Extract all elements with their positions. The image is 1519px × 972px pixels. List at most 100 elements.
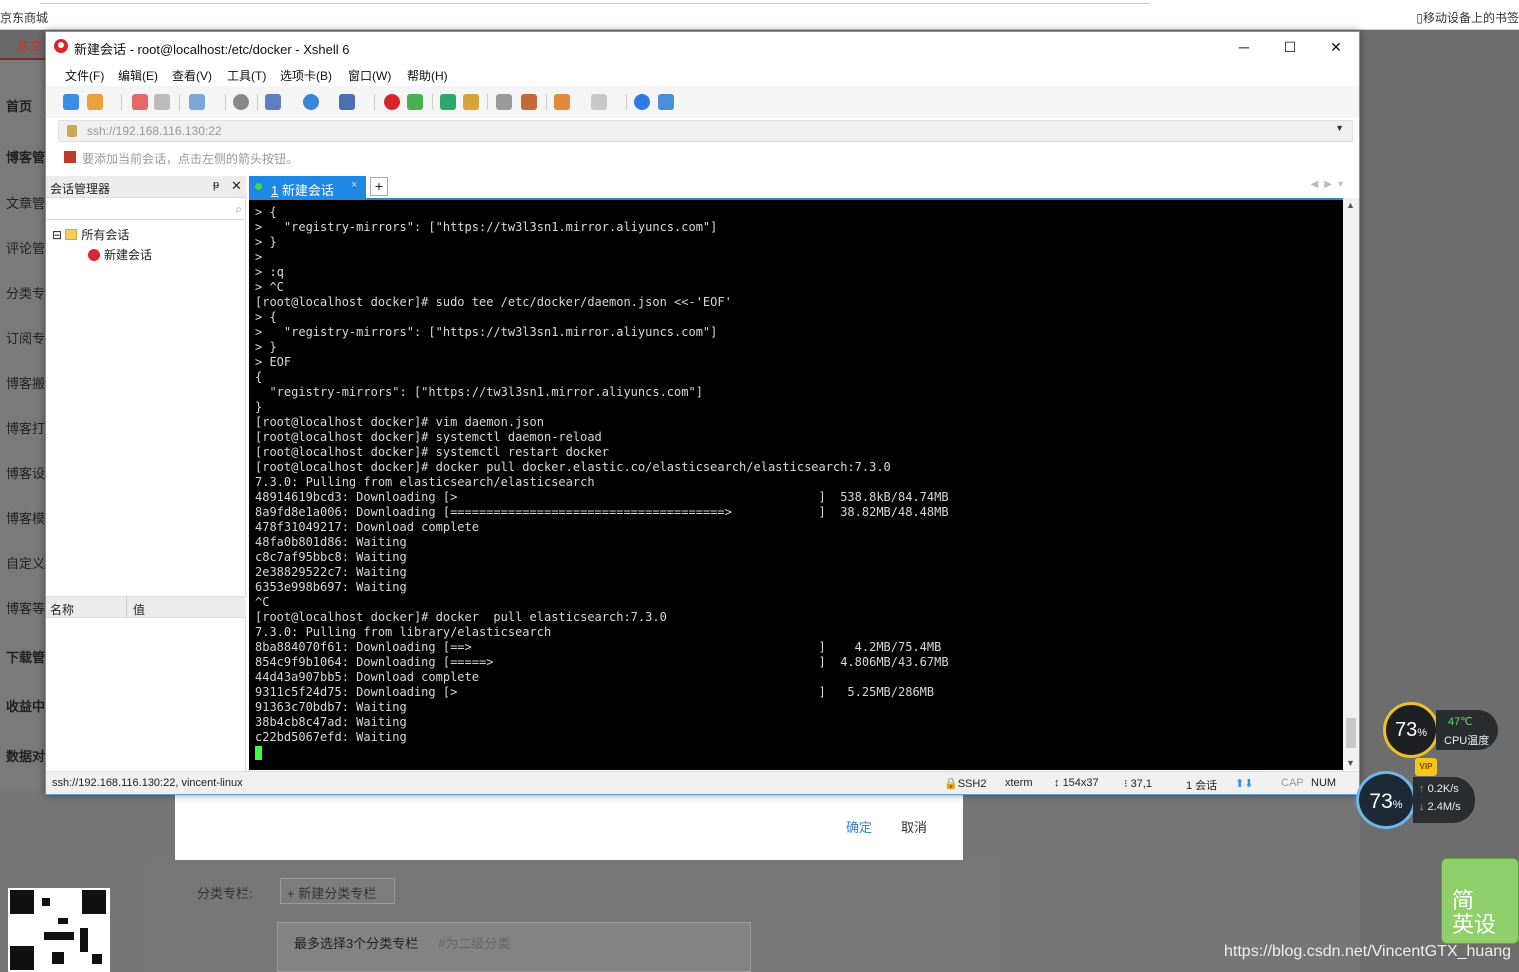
bookmark-arrow-icon[interactable]: [64, 151, 76, 163]
status-protocol-label: SSH2: [957, 778, 987, 790]
sidebar-item-downloads[interactable]: 下载管: [6, 647, 45, 666]
sidebar-item-migrate[interactable]: 博客搬: [6, 373, 45, 392]
toolbar-divider: [374, 94, 375, 110]
menu-edit[interactable]: 编辑(E): [118, 67, 158, 84]
divider: [40, 0, 1150, 4]
lock-icon: 🔒: [944, 778, 958, 790]
menu-tools[interactable]: 工具(T): [227, 67, 266, 84]
download-arrow-icon: ↓: [1419, 801, 1425, 813]
sidebar-top-tab[interactable]: 富文: [0, 30, 46, 60]
hint-bar: 要添加当前会话，点击左侧的箭头按钮。: [58, 146, 1353, 168]
terminal-scrollbar[interactable]: ▲ ▼: [1343, 198, 1359, 770]
category-box[interactable]: 最多选择3个分类专栏 #为二级分类: [277, 922, 751, 972]
new-session-icon[interactable]: [63, 94, 79, 110]
xshell-icon[interactable]: [384, 94, 400, 110]
menu-tabs[interactable]: 选项卡(B): [280, 67, 332, 84]
chat-icon[interactable]: [658, 94, 674, 110]
tile-icon[interactable]: [591, 94, 607, 110]
font-icon[interactable]: [339, 94, 355, 110]
tab-bar: 1 新建会话 × + ◀▶▾: [249, 176, 1359, 198]
address-bar[interactable]: ssh://192.168.116.130:22 ▼: [58, 120, 1353, 142]
ime-mode-english-settings: 英设: [1452, 912, 1497, 937]
title-bar[interactable]: 新建会话 - root@localhost:/etc/docker - Xshe…: [46, 32, 1359, 62]
folder-icon: [65, 229, 78, 240]
confirm-button[interactable]: 确定: [846, 817, 872, 836]
sidebar-item-subscriptions[interactable]: 订阅专: [6, 328, 45, 347]
search-icon[interactable]: [233, 94, 249, 110]
sidebar-item-articles[interactable]: 文章管: [6, 193, 45, 212]
cpu-usage-gauge[interactable]: 73%: [1383, 702, 1439, 758]
sidebar-item-comments[interactable]: 评论管: [6, 238, 45, 257]
sidebar-item-data[interactable]: 数据对: [6, 746, 45, 765]
menu-window[interactable]: 窗口(W): [348, 67, 391, 84]
bookmark-jd[interactable]: 京东商城: [0, 9, 48, 26]
disconnect-icon[interactable]: [154, 94, 170, 110]
cancel-button[interactable]: 取消: [901, 817, 927, 836]
minimize-button[interactable]: ─: [1221, 32, 1267, 62]
cpu-temp-value: 47℃: [1448, 716, 1473, 728]
properties-header: 名称 值: [46, 596, 246, 618]
props-name-col: 名称: [50, 603, 75, 617]
scroll-up-icon[interactable]: ▲: [1346, 200, 1355, 210]
add-tab-button[interactable]: +: [370, 177, 388, 196]
session-search-input[interactable]: ⌕: [46, 200, 246, 220]
tab-number: 1: [271, 183, 279, 198]
toolbar-divider: [487, 94, 488, 110]
layout-icon[interactable]: [265, 94, 281, 110]
search-icon[interactable]: ⌕: [235, 202, 242, 217]
memory-usage-gauge[interactable]: 73%: [1356, 771, 1416, 829]
xftp-icon[interactable]: [407, 94, 423, 110]
menu-view[interactable]: 查看(V): [172, 67, 212, 84]
lock-icon[interactable]: [463, 94, 479, 110]
ime-toolbar[interactable]: 简 英设: [1441, 858, 1519, 944]
sidebar-item-level[interactable]: 博客等: [6, 598, 45, 617]
close-icon[interactable]: ✕: [231, 178, 242, 194]
scroll-thumb[interactable]: [1346, 718, 1356, 748]
folder-label: 所有会话: [81, 228, 130, 242]
terminal-output: > { > "registry-mirrors": ["https://tw3l…: [255, 205, 949, 744]
xshell-window: 新建会话 - root@localhost:/etc/docker - Xshe…: [45, 31, 1360, 795]
upload-speed-unit: K/s: [1442, 783, 1459, 795]
browser-bookmark-bar: 京东商城 ▯移动设备上的书签: [0, 0, 1519, 30]
properties-icon[interactable]: [189, 94, 205, 110]
session-label: 新建会话: [104, 248, 153, 262]
tab-close-icon[interactable]: ×: [351, 179, 357, 191]
menu-help[interactable]: 帮助(H): [407, 67, 448, 84]
tab-session-1[interactable]: 1 新建会话 ×: [249, 176, 366, 198]
collapse-icon[interactable]: ⊟: [52, 228, 62, 242]
maximize-button[interactable]: ☐: [1267, 32, 1313, 62]
help-icon[interactable]: [634, 94, 650, 110]
sidebar-item-custom[interactable]: 自定义: [6, 553, 45, 572]
close-button[interactable]: ✕: [1313, 32, 1359, 62]
sidebar-item-income[interactable]: 收益中: [6, 696, 45, 715]
tree-folder-all[interactable]: ⊟ 所有会话: [52, 226, 129, 243]
sidebar-item-settings[interactable]: 博客设: [6, 463, 45, 482]
open-folder-icon[interactable]: [87, 94, 103, 110]
sidebar-item-home[interactable]: 首页: [6, 96, 32, 115]
status-size: ↕ 154x37: [1054, 777, 1099, 789]
upload-speed: ↑ 0.2K/s: [1419, 783, 1459, 795]
tab-scroll-arrows[interactable]: ◀▶▾: [1311, 179, 1349, 190]
globe-icon[interactable]: [303, 94, 319, 110]
chevron-down-icon[interactable]: ▼: [1335, 123, 1344, 133]
toolbar-divider: [432, 94, 433, 110]
highlight-icon[interactable]: [521, 94, 537, 110]
pin-icon[interactable]: ᵽ: [213, 179, 219, 191]
tree-session-item[interactable]: 新建会话: [88, 246, 152, 263]
new-category-button[interactable]: + 新建分类专栏: [280, 878, 395, 904]
fullscreen-icon[interactable]: [440, 94, 456, 110]
upload-speed-value: 0.2: [1427, 783, 1443, 795]
menu-file[interactable]: 文件(F): [65, 67, 104, 84]
terminal-screen[interactable]: > { > "registry-mirrors": ["https://tw3l…: [249, 198, 1343, 770]
transfer-icon[interactable]: [554, 94, 570, 110]
address-input[interactable]: ssh://192.168.116.130:22: [87, 124, 222, 138]
sidebar-item-backup[interactable]: 博客打: [6, 418, 45, 437]
bookmark-mobile[interactable]: ▯移动设备上的书签: [1416, 9, 1519, 26]
keyboard-icon[interactable]: [496, 94, 512, 110]
sidebar-item-categories[interactable]: 分类专: [6, 283, 45, 302]
scroll-down-icon[interactable]: ▼: [1346, 758, 1355, 768]
sidebar-item-blog-manage[interactable]: 博客管: [6, 147, 45, 166]
reconnect-icon[interactable]: [132, 94, 148, 110]
sidebar-item-templates[interactable]: 博客模: [6, 508, 45, 527]
sidebar-top-label: 富文: [16, 39, 43, 54]
